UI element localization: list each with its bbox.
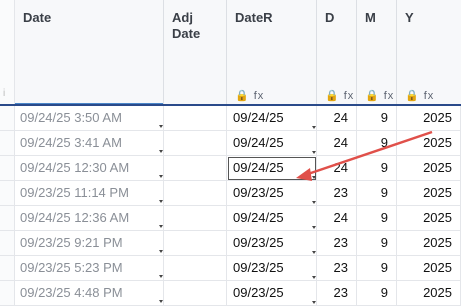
cell-adj[interactable]: [164, 281, 227, 306]
cell-m[interactable]: 9: [357, 281, 397, 306]
cell-date[interactable]: 09/24/25 12:36 AM: [15, 206, 164, 231]
cell-dater[interactable]: 09/23/25: [227, 181, 317, 206]
cell-date[interactable]: 09/24/25 3:41 AM: [15, 131, 164, 156]
cell-dropdown-indicator: [312, 226, 316, 229]
cell-dropdown-indicator: [159, 125, 163, 128]
cell-dropdown-indicator: [159, 225, 163, 228]
cell-date[interactable]: 09/24/25 12:30 AM: [15, 156, 164, 181]
row-marker: i: [3, 88, 6, 99]
cell-dater[interactable]: 09/24/25: [227, 206, 317, 231]
cell-dater[interactable]: 09/23/25: [227, 256, 317, 281]
column-header-dater[interactable]: DateR 🔒 fx: [227, 0, 317, 106]
cell-dropdown-indicator: [312, 251, 316, 254]
column-title: Date: [23, 10, 52, 25]
cell-adj[interactable]: [164, 106, 227, 131]
column-title: Adj Date: [172, 10, 201, 41]
cell-date[interactable]: 09/23/25 4:48 PM: [15, 281, 164, 306]
cell-y[interactable]: 2025: [397, 131, 461, 156]
cell-y[interactable]: 2025: [397, 181, 461, 206]
cell-dropdown-indicator: [312, 151, 316, 154]
cell-dropdown-indicator: [159, 250, 163, 253]
cell-m[interactable]: 9: [357, 131, 397, 156]
column-header-d[interactable]: D 🔒 fx: [317, 0, 357, 106]
cell-y[interactable]: 2025: [397, 256, 461, 281]
cell-y[interactable]: 2025: [397, 281, 461, 306]
cell-adj[interactable]: [164, 231, 227, 256]
column-header-date[interactable]: Date: [15, 0, 164, 106]
cell-adj[interactable]: [164, 256, 227, 281]
column-title: Y: [405, 10, 414, 25]
row-header-corner: i: [0, 0, 15, 106]
cell-date[interactable]: 09/23/25 9:21 PM: [15, 231, 164, 256]
cell-d[interactable]: 24: [317, 156, 357, 181]
cell-d[interactable]: 24: [317, 206, 357, 231]
cell-dater[interactable]: 09/24/25: [227, 156, 317, 181]
cell-date[interactable]: 09/23/25 5:23 PM: [15, 256, 164, 281]
column-header-m[interactable]: M 🔒 fx: [357, 0, 397, 106]
cell-m[interactable]: 9: [357, 231, 397, 256]
cell-dropdown-indicator: [159, 175, 163, 178]
cell-y[interactable]: 2025: [397, 231, 461, 256]
lock-formula-icon: 🔒 fx: [325, 90, 355, 102]
cell-m[interactable]: 9: [357, 206, 397, 231]
cell-m[interactable]: 9: [357, 181, 397, 206]
cell-dropdown-indicator: [312, 276, 316, 279]
row-handle[interactable]: [0, 131, 15, 156]
cell-dropdown-indicator: [159, 300, 163, 303]
lock-formula-icon: 🔒 fx: [365, 90, 395, 102]
cell-adj[interactable]: [164, 156, 227, 181]
cell-date[interactable]: 09/23/25 11:14 PM: [15, 181, 164, 206]
cell-m[interactable]: 9: [357, 256, 397, 281]
cell-dater[interactable]: 09/23/25: [227, 281, 317, 306]
cell-dropdown-indicator: [312, 301, 316, 304]
cell-y[interactable]: 2025: [397, 206, 461, 231]
cell-date[interactable]: 09/24/25 3:50 AM: [15, 106, 164, 131]
row-handle[interactable]: [0, 281, 15, 306]
cell-dropdown-indicator: [312, 176, 316, 179]
cell-dater[interactable]: 09/24/25: [227, 131, 317, 156]
cell-adj[interactable]: [164, 206, 227, 231]
row-handle[interactable]: [0, 156, 15, 181]
column-title: DateR: [235, 10, 273, 25]
cell-d[interactable]: 23: [317, 256, 357, 281]
spreadsheet-grid: i Date Adj Date DateR 🔒 fx D 🔒 fx M 🔒 fx…: [0, 0, 461, 306]
cell-d[interactable]: 24: [317, 106, 357, 131]
row-handle[interactable]: [0, 106, 15, 131]
row-handle[interactable]: [0, 231, 15, 256]
lock-formula-icon: 🔒 fx: [405, 90, 435, 102]
column-header-adj-date[interactable]: Adj Date: [164, 0, 227, 106]
cell-dropdown-indicator: [312, 201, 316, 204]
cell-dater[interactable]: 09/24/25: [227, 106, 317, 131]
cell-dropdown-indicator: [312, 126, 316, 129]
cell-m[interactable]: 9: [357, 106, 397, 131]
cell-d[interactable]: 23: [317, 281, 357, 306]
cell-d[interactable]: 23: [317, 231, 357, 256]
column-header-y[interactable]: Y 🔒 fx: [397, 0, 461, 106]
row-handle[interactable]: [0, 256, 15, 281]
cell-dropdown-indicator: [159, 150, 163, 153]
cell-dater[interactable]: 09/23/25: [227, 231, 317, 256]
row-handle[interactable]: [0, 181, 15, 206]
row-handle[interactable]: [0, 206, 15, 231]
lock-formula-icon: 🔒 fx: [235, 90, 265, 102]
cell-dropdown-indicator: [159, 200, 163, 203]
cell-dropdown-indicator: [159, 275, 163, 278]
cell-d[interactable]: 23: [317, 181, 357, 206]
cell-m[interactable]: 9: [357, 156, 397, 181]
cell-adj[interactable]: [164, 131, 227, 156]
cell-d[interactable]: 24: [317, 131, 357, 156]
cell-adj[interactable]: [164, 181, 227, 206]
cell-y[interactable]: 2025: [397, 156, 461, 181]
cell-y[interactable]: 2025: [397, 106, 461, 131]
